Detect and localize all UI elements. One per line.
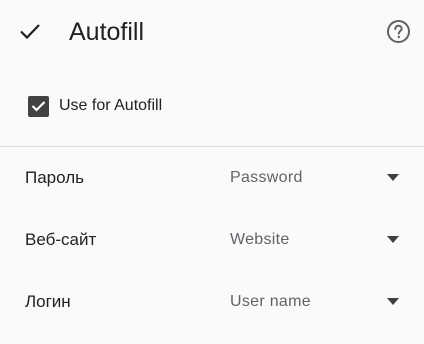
field-row-login: Логин User name <box>0 283 424 323</box>
password-type-dropdown[interactable]: Password <box>230 159 410 199</box>
divider <box>0 146 424 147</box>
check-icon <box>20 24 40 40</box>
field-label: Веб-сайт <box>25 230 97 249</box>
use-for-autofill-label: Use for Autofill <box>59 97 163 114</box>
login-type-dropdown[interactable]: User name <box>230 283 410 323</box>
field-label: Логин <box>25 292 71 311</box>
field-label: Пароль <box>25 168 84 187</box>
field-row-website: Веб-сайт Website <box>0 221 424 261</box>
field-row-password: Пароль Password <box>0 159 424 199</box>
page-title: Autofill <box>69 18 145 46</box>
dropdown-value: Password <box>230 169 303 186</box>
help-button[interactable] <box>386 19 411 44</box>
dropdown-arrow-icon <box>387 174 399 181</box>
help-circle-icon <box>387 20 410 43</box>
confirm-button[interactable] <box>18 19 42 43</box>
dropdown-arrow-icon <box>387 298 399 305</box>
use-for-autofill-option[interactable]: Use for Autofill <box>28 95 162 117</box>
dropdown-arrow-icon <box>387 236 399 243</box>
app-bar: Autofill <box>0 0 424 64</box>
autofill-screen: Autofill Use for Autofill Пароль Passwor… <box>0 0 424 344</box>
use-for-autofill-checkbox[interactable] <box>28 95 49 117</box>
dropdown-value: Website <box>230 231 290 248</box>
website-type-dropdown[interactable]: Website <box>230 221 410 261</box>
dropdown-value: User name <box>230 293 311 310</box>
checkmark-icon <box>31 101 46 112</box>
